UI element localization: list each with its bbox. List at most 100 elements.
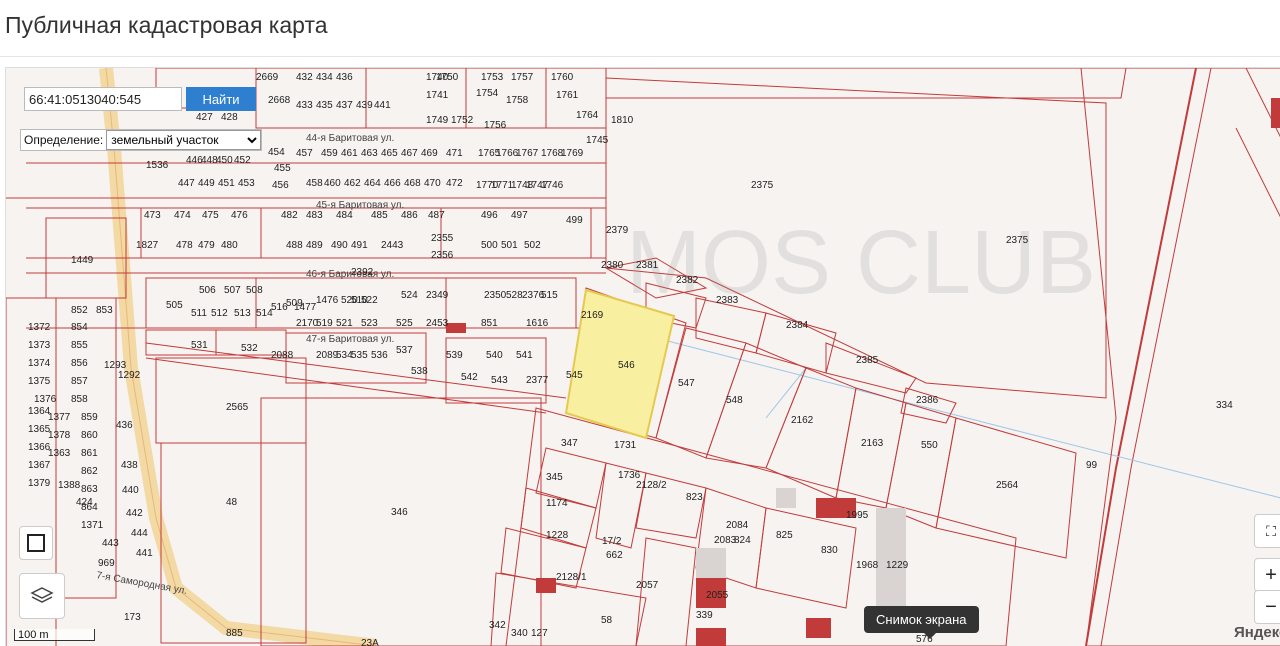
parcel-label[interactable]: 1377: [48, 412, 71, 423]
parcel-label[interactable]: 497: [511, 210, 528, 221]
parcel-label[interactable]: 1756: [484, 120, 507, 131]
parcel-label[interactable]: 2384: [786, 320, 809, 331]
parcel-label[interactable]: 2055: [706, 590, 729, 601]
parcel-label[interactable]: 825: [776, 530, 793, 541]
parcel-label[interactable]: 1536: [146, 160, 169, 171]
parcel-label[interactable]: 468: [404, 178, 421, 189]
parcel-label[interactable]: 863: [81, 484, 98, 495]
parcel-label[interactable]: 443: [102, 538, 119, 549]
parcel-label[interactable]: 2392: [351, 267, 374, 278]
definition-select[interactable]: земельный участок: [106, 130, 262, 150]
parcel-label[interactable]: 2382: [676, 275, 699, 286]
parcel-label[interactable]: 853: [96, 305, 113, 316]
parcel-label[interactable]: 440: [122, 485, 139, 496]
parcel-label[interactable]: 857: [71, 376, 88, 387]
parcel-label[interactable]: 499: [566, 215, 583, 226]
parcel-label[interactable]: 453: [238, 178, 255, 189]
parcel-label[interactable]: 1745: [586, 135, 609, 146]
parcel-label[interactable]: 447: [178, 178, 195, 189]
parcel-label[interactable]: 855: [71, 340, 88, 351]
parcel-label[interactable]: 521: [336, 318, 353, 329]
parcel-label[interactable]: 505: [166, 300, 183, 311]
parcel-label[interactable]: 2453: [426, 318, 449, 329]
parcel-label[interactable]: 1760: [551, 72, 574, 83]
parcel-label[interactable]: 507: [224, 285, 241, 296]
parcel-label[interactable]: 1748: [511, 180, 534, 191]
parcel-label[interactable]: 449: [198, 178, 215, 189]
parcel-label[interactable]: 1376: [34, 394, 57, 405]
parcel-label[interactable]: 2162: [791, 415, 814, 426]
parcel-label[interactable]: 520: [341, 295, 358, 306]
parcel-label[interactable]: 506: [199, 285, 216, 296]
parcel-label[interactable]: 511: [191, 308, 207, 319]
parcel-label[interactable]: 519: [316, 318, 333, 329]
parcel-label[interactable]: 491: [351, 240, 368, 251]
parcel-label[interactable]: 1771: [491, 180, 514, 191]
parcel-label[interactable]: 461: [341, 148, 358, 159]
parcel-label[interactable]: 2128/1: [556, 572, 587, 583]
parcel-label[interactable]: 860: [81, 430, 98, 441]
parcel-label[interactable]: 470: [424, 178, 441, 189]
parcel-label[interactable]: 1228: [546, 530, 569, 541]
zoom-in-button[interactable]: +: [1254, 558, 1280, 592]
parcel-label[interactable]: 483: [306, 210, 323, 221]
parcel-label[interactable]: 2350: [484, 290, 507, 301]
cadastral-number-input[interactable]: [24, 87, 182, 111]
parcel-label[interactable]: 1750: [436, 72, 459, 83]
parcel-label[interactable]: 1373: [28, 340, 51, 351]
parcel-label[interactable]: 515: [541, 290, 558, 301]
parcel-label[interactable]: 824: [734, 535, 751, 546]
parcel-label[interactable]: 2379: [606, 225, 629, 236]
parcel-label[interactable]: 537: [396, 345, 413, 356]
parcel-label[interactable]: 424: [76, 497, 93, 508]
parcel-label[interactable]: 441: [374, 100, 391, 111]
parcel-label[interactable]: 550: [921, 440, 938, 451]
zoom-out-button[interactable]: −: [1254, 590, 1280, 624]
parcel-label[interactable]: 2669: [256, 72, 279, 83]
parcel-label[interactable]: 488: [286, 240, 303, 251]
parcel-label[interactable]: 856: [71, 358, 88, 369]
parcel-label[interactable]: 541: [516, 350, 533, 361]
parcel-label[interactable]: 542: [461, 372, 478, 383]
parcel-label[interactable]: 471: [446, 148, 463, 159]
parcel-label[interactable]: 862: [81, 466, 98, 477]
parcel-label[interactable]: 540: [486, 350, 503, 361]
parcel-label[interactable]: 346: [391, 507, 408, 518]
parcel-label[interactable]: 851: [481, 318, 498, 329]
parcel-label[interactable]: 486: [401, 210, 418, 221]
parcel-label[interactable]: 452: [234, 155, 251, 166]
parcel-label[interactable]: 858: [71, 394, 88, 405]
parcel-label[interactable]: 454: [268, 147, 285, 158]
parcel-label[interactable]: 1757: [511, 72, 534, 83]
parcel-label[interactable]: 1449: [71, 255, 94, 266]
parcel-label[interactable]: 1174: [546, 498, 568, 509]
parcel-label[interactable]: 2349: [426, 290, 449, 301]
parcel-label[interactable]: 442: [126, 508, 143, 519]
parcel-label[interactable]: 1968: [856, 560, 879, 571]
parcel-label[interactable]: 451: [218, 178, 235, 189]
parcel-label[interactable]: 2088: [271, 350, 294, 361]
layers-button[interactable]: [19, 573, 65, 619]
parcel-label[interactable]: 516: [271, 302, 288, 313]
parcel-label[interactable]: 487: [428, 210, 445, 221]
parcel-label[interactable]: 466: [384, 178, 401, 189]
parcel-label[interactable]: 2375: [751, 180, 774, 191]
parcel-label[interactable]: 435: [316, 100, 333, 111]
parcel-label[interactable]: 345: [546, 472, 563, 483]
parcel-label[interactable]: 489: [306, 240, 323, 251]
parcel-label[interactable]: 472: [446, 178, 463, 189]
parcel-label[interactable]: 546: [618, 360, 635, 371]
parcel-label[interactable]: 17/2: [602, 536, 622, 547]
parcel-label[interactable]: 482: [281, 210, 298, 221]
parcel-label[interactable]: 500: [481, 240, 498, 251]
parcel-label[interactable]: 1364: [28, 406, 51, 417]
parcel-label[interactable]: 1374: [28, 358, 51, 369]
parcel-label[interactable]: 502: [524, 240, 541, 251]
parcel-label[interactable]: 2128/2: [636, 480, 667, 491]
parcel-label[interactable]: 524: [401, 290, 418, 301]
parcel-label[interactable]: 99: [1086, 460, 1098, 471]
parcel-label[interactable]: 501: [501, 240, 518, 251]
parcel-label[interactable]: 439: [356, 100, 373, 111]
parcel-label[interactable]: 545: [566, 370, 583, 381]
parcel-label[interactable]: 2163: [861, 438, 884, 449]
